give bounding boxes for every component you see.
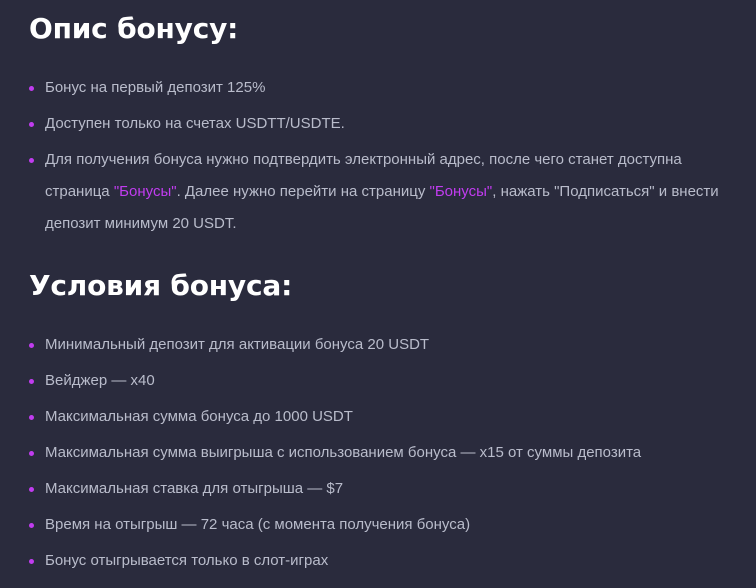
list-item-text: Максимальная ставка для отыгрыша — $7 — [45, 480, 344, 497]
list-item-text: Время на отыгрыш — 72 часа (с момента по… — [45, 516, 471, 533]
list-item: Максимальная ставка для отыгрыша — $7 — [29, 473, 729, 505]
list-item: Бонус отыгрывается только в слот-играх — [29, 545, 729, 577]
list-item: Для получения бонуса нужно подтвердить э… — [29, 144, 729, 240]
bullet-icon — [29, 86, 34, 91]
bonuses-page-link[interactable]: "Бонусы" — [430, 183, 493, 200]
list-item: Максимальная сумма выигрыша с использова… — [29, 437, 729, 469]
bullet-icon — [29, 379, 34, 384]
bullet-icon — [29, 158, 34, 163]
bullet-icon — [29, 415, 34, 420]
list-item-text: Бонус отыгрывается только в слот-играх — [45, 552, 329, 569]
bullet-icon — [29, 451, 34, 456]
bonuses-page-link[interactable]: "Бонусы" — [114, 183, 177, 200]
bullet-icon — [29, 523, 34, 528]
conditions-heading: Условия бонуса: — [29, 269, 293, 302]
list-item: Минимальный депозит для активации бонуса… — [29, 329, 729, 361]
conditions-list: Минимальный депозит для активации бонуса… — [29, 329, 729, 581]
bullet-icon — [29, 122, 34, 127]
list-item-text: Максимальная сумма бонуса до 1000 USDT — [45, 408, 353, 425]
list-item-text: Бонус на первый депозит 125% — [45, 79, 266, 96]
list-item-text: Доступен только на счетах USDTT/USDTE. — [45, 115, 345, 132]
description-list: Бонус на первый депозит 125% Доступен то… — [29, 72, 729, 244]
list-item-text: Максимальная сумма выигрыша с использова… — [45, 444, 642, 461]
bullet-icon — [29, 559, 34, 564]
bullet-icon — [29, 343, 34, 348]
description-heading: Опис бонусу: — [29, 12, 239, 45]
list-item: Время на отыгрыш — 72 часа (с момента по… — [29, 509, 729, 541]
list-item: Доступен только на счетах USDTT/USDTE. — [29, 108, 729, 140]
list-item: Максимальная сумма бонуса до 1000 USDT — [29, 401, 729, 433]
list-item-text: Вейджер — x40 — [45, 372, 155, 389]
list-item: Вейджер — x40 — [29, 365, 729, 397]
list-item-text-middle: . Далее нужно перейти на страницу — [176, 183, 430, 200]
list-item: Бонус на первый депозит 125% — [29, 72, 729, 104]
bullet-icon — [29, 487, 34, 492]
list-item-text: Минимальный депозит для активации бонуса… — [45, 336, 430, 353]
